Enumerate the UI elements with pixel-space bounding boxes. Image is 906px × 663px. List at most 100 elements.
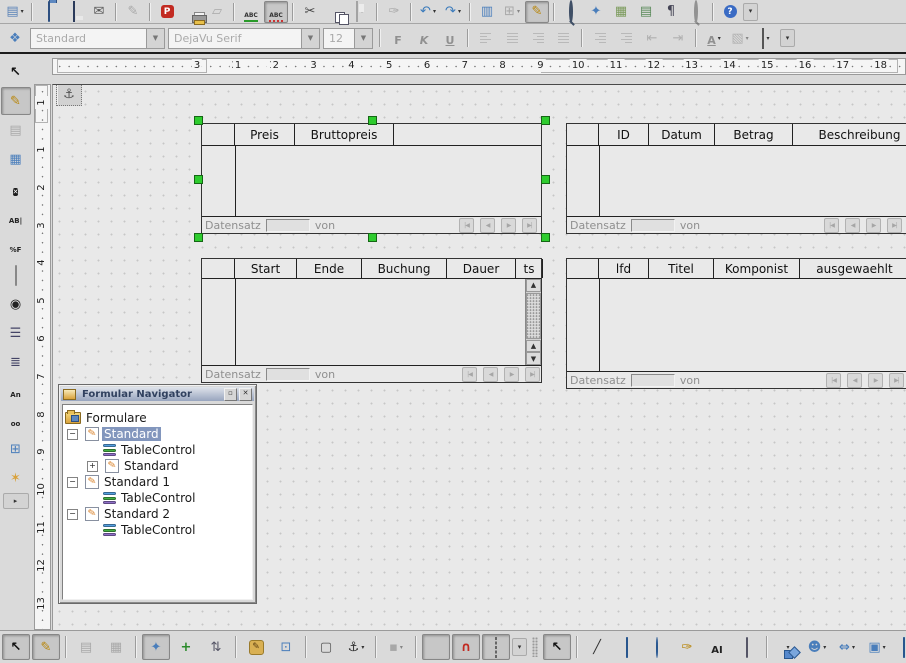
- rectangle-icon[interactable]: [613, 634, 641, 660]
- column-header-bruttopreis[interactable]: Bruttopreis: [295, 124, 394, 145]
- select-icon[interactable]: ↖: [543, 634, 571, 660]
- column-header-ausgewaehlt[interactable]: ausgewaehlt: [800, 259, 906, 278]
- first-record-button[interactable]: |◀: [824, 218, 839, 233]
- background-color-icon[interactable]: ▾: [754, 27, 778, 49]
- font-name-combo[interactable]: DejaVu Serif ▼: [168, 28, 320, 49]
- form-navigator-window[interactable]: Formular Navigator ▫✕ Formulare−✎Standar…: [58, 384, 257, 604]
- scrollbar-thumb[interactable]: [526, 293, 541, 339]
- tree-item-standard-1[interactable]: −✎Standard 1: [63, 474, 252, 490]
- tree-item-standard[interactable]: +✎Standard: [63, 458, 252, 474]
- design-mode-toggle-icon[interactable]: ✎: [32, 634, 60, 660]
- justify-icon[interactable]: [552, 27, 576, 49]
- expand-icon[interactable]: +: [87, 461, 98, 472]
- decrease-indent-icon[interactable]: ⇤: [640, 27, 664, 49]
- scroll-down-button[interactable]: ▼: [526, 352, 541, 365]
- email-icon[interactable]: ✉: [87, 1, 111, 23]
- more-controls-icon[interactable]: oo: [1, 406, 31, 434]
- bold-icon[interactable]: F: [386, 27, 410, 49]
- hyperlink-icon[interactable]: ▥: [475, 1, 499, 23]
- document-page[interactable]: ⚓ Formular Navigator ▫✕ Formulare−✎Stand…: [52, 84, 906, 631]
- table-control-buchung[interactable]: StartEndeBuchungDauerts▲▲▼Datensatzvon|◀…: [201, 258, 542, 383]
- grid-body[interactable]: [202, 146, 541, 216]
- column-header-lfd[interactable]: lfd: [599, 259, 649, 278]
- add-field-icon[interactable]: +: [172, 634, 200, 660]
- table-control-preis[interactable]: PreisBruttopreisDatensatzvon|◀◀▶▶|: [201, 123, 542, 234]
- last-record-button[interactable]: ▶|: [525, 367, 540, 382]
- selection-handle[interactable]: [368, 233, 377, 242]
- selection-handle[interactable]: [194, 175, 203, 184]
- underline-icon[interactable]: U: [438, 27, 462, 49]
- nonprinting-characters-icon[interactable]: ¶: [659, 1, 683, 23]
- text-box-icon[interactable]: AI: [703, 634, 731, 660]
- navigator-icon[interactable]: ✦: [584, 1, 608, 23]
- column-header-titel[interactable]: Titel: [649, 259, 714, 278]
- column-header-dauer[interactable]: Dauer: [447, 259, 516, 278]
- paragraph-style-combo[interactable]: Standard ▼: [30, 28, 165, 49]
- previous-record-button[interactable]: ◀: [847, 373, 862, 388]
- chevron-down-icon[interactable]: ▾: [458, 8, 461, 15]
- chevron-down-icon[interactable]: ▼: [354, 29, 372, 48]
- redo-icon[interactable]: ↷▾: [441, 1, 465, 23]
- scroll-up-button[interactable]: ▲: [526, 340, 541, 353]
- text-box-icon[interactable]: AB|: [1, 203, 31, 231]
- snap-to-grid-icon[interactable]: ∩: [452, 634, 480, 660]
- callout-icon[interactable]: [733, 634, 761, 660]
- form-design-icon[interactable]: ⊞: [1, 435, 31, 463]
- selection-handle[interactable]: [541, 175, 550, 184]
- draw-functions-icon[interactable]: ✎: [525, 1, 549, 23]
- tree-item-tablecontrol[interactable]: TableControl: [63, 442, 252, 458]
- last-record-button[interactable]: ▶|: [887, 218, 902, 233]
- chevron-down-icon[interactable]: ▾: [517, 8, 520, 15]
- chevron-down-icon[interactable]: ▾: [718, 35, 721, 42]
- table-control-konto[interactable]: IDDatumBetragBeschreibungDatensatzvon|◀◀…: [566, 123, 906, 234]
- previous-record-button[interactable]: ◀: [845, 218, 860, 233]
- align-right-icon[interactable]: [526, 27, 550, 49]
- column-header-betrag[interactable]: Betrag: [715, 124, 793, 145]
- tree-item-standard-2[interactable]: −✎Standard 2: [63, 506, 252, 522]
- label-field-icon[interactable]: An: [1, 377, 31, 405]
- option-button-icon[interactable]: ◉: [1, 290, 31, 318]
- align-center-icon[interactable]: [500, 27, 524, 49]
- horizontal-ruler[interactable]: 321123456789101112131415161718: [52, 55, 906, 81]
- anchor-icon[interactable]: ⚓▾: [342, 634, 370, 660]
- last-record-button[interactable]: ▶|: [889, 373, 904, 388]
- previous-record-button[interactable]: ◀: [480, 218, 495, 233]
- formatted-field-icon[interactable]: %F: [1, 232, 31, 260]
- first-record-button[interactable]: |◀: [462, 367, 477, 382]
- styles-window-icon[interactable]: ❖: [3, 27, 27, 49]
- push-button-icon[interactable]: [1, 261, 31, 289]
- automatic-control-focus-icon[interactable]: ⊡: [272, 634, 300, 660]
- next-record-button[interactable]: ▶: [504, 367, 519, 382]
- column-header-id[interactable]: ID: [599, 124, 649, 145]
- block-arrows-icon[interactable]: ⇔▾: [833, 634, 861, 660]
- scroll-up-button[interactable]: ▲: [526, 279, 541, 292]
- clone-formatting-icon[interactable]: ✑: [382, 1, 406, 23]
- wizards-toggle-icon[interactable]: ✶: [1, 464, 31, 492]
- find-replace-icon[interactable]: [559, 1, 583, 23]
- edit-file-icon[interactable]: ✎: [121, 1, 145, 23]
- increase-indent-icon[interactable]: ⇥: [666, 27, 690, 49]
- font-color-icon[interactable]: A▾: [702, 27, 726, 49]
- check-box-icon[interactable]: ✕: [1, 174, 31, 202]
- toolbar-overflow-icon[interactable]: ▸: [3, 493, 29, 509]
- control-properties-icon[interactable]: ▤: [72, 634, 100, 660]
- selection-handle[interactable]: [194, 116, 203, 125]
- ellipse-icon[interactable]: [643, 634, 671, 660]
- dock-window-button[interactable]: ▫: [224, 388, 237, 401]
- combo-box-icon[interactable]: ≣: [1, 348, 31, 376]
- column-header-ende[interactable]: Ende: [297, 259, 362, 278]
- selection-handle[interactable]: [541, 233, 550, 242]
- guides-when-moving-icon[interactable]: [482, 634, 510, 660]
- open-in-design-mode-icon[interactable]: ✎: [242, 634, 270, 660]
- chevron-down-icon[interactable]: ▼: [146, 29, 164, 48]
- vertical-scrollbar[interactable]: ▲▲▼: [525, 279, 541, 365]
- previous-record-button[interactable]: ◀: [483, 367, 498, 382]
- callouts-icon[interactable]: ▾: [893, 634, 906, 660]
- chevron-down-icon[interactable]: ▾: [400, 644, 403, 651]
- form-navigator-tree[interactable]: Formulare−✎StandardTableControl+✎Standar…: [62, 404, 253, 600]
- select-icon[interactable]: ↖: [2, 634, 30, 660]
- help-icon[interactable]: ?: [718, 1, 742, 23]
- tree-item-formulare[interactable]: Formulare: [63, 410, 252, 426]
- toolbar-overflow-icon[interactable]: ▾: [780, 29, 795, 47]
- font-size-combo[interactable]: 12 ▼: [323, 28, 373, 49]
